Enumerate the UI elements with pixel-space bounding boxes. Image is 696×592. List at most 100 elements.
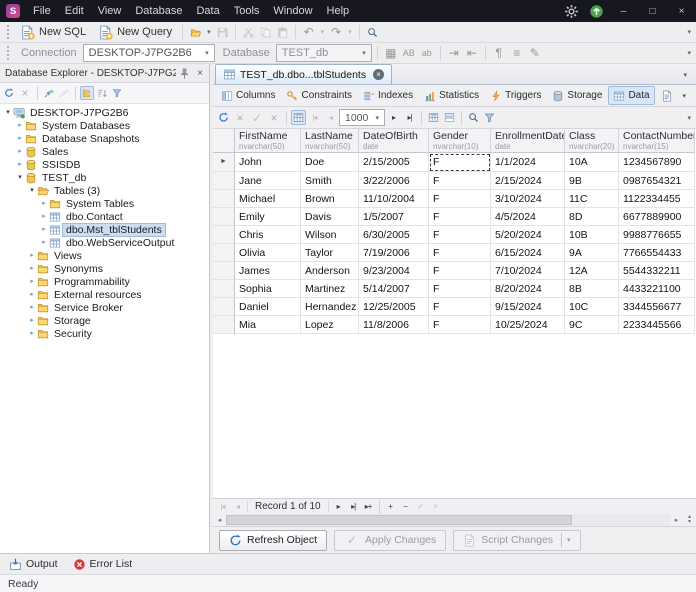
copy-icon[interactable]: [258, 25, 273, 40]
update-available-icon[interactable]: [589, 4, 604, 19]
cell-dateofbirth[interactable]: 11/8/2006: [359, 316, 429, 334]
edit-icon[interactable]: ✎: [527, 44, 543, 62]
expand-icon[interactable]: ▸: [15, 158, 25, 171]
indent-icon[interactable]: ⇥: [446, 44, 462, 62]
database-combo[interactable]: TEST_db ▾: [275, 44, 372, 62]
pin-icon[interactable]: [178, 67, 191, 80]
apply-changes-button[interactable]: ✓ Apply Changes: [334, 529, 447, 551]
close-tab-icon[interactable]: ×: [373, 69, 385, 80]
grid-view-icon[interactable]: [426, 110, 441, 125]
column-header-enrollmentdate[interactable]: EnrollmentDate date: [491, 129, 565, 153]
collapse-icon[interactable]: ▾: [15, 171, 25, 184]
refresh-data-icon[interactable]: [216, 110, 231, 125]
row-selector[interactable]: [213, 190, 235, 208]
cell-dateofbirth[interactable]: 6/30/2005: [359, 226, 429, 244]
redo-caret-icon[interactable]: ▾: [346, 28, 354, 36]
cell-contactnumber[interactable]: 4433221100: [619, 280, 695, 298]
uppercase-icon[interactable]: AB: [401, 44, 417, 62]
next-page-icon[interactable]: ▸: [386, 113, 401, 122]
stop-refresh-icon[interactable]: ×: [232, 109, 248, 127]
prev-record-icon[interactable]: ◂: [230, 502, 245, 511]
cell-gender[interactable]: F: [429, 190, 491, 208]
cell-gender[interactable]: F: [429, 298, 491, 316]
menu-database[interactable]: Database: [128, 1, 189, 21]
cell-enrollmentdate[interactable]: 1/1/2024: [491, 153, 565, 172]
connection-combo[interactable]: DESKTOP-J7PG2B6 ▾: [82, 44, 215, 62]
column-header-class[interactable]: Class nvarchar(20): [565, 129, 619, 153]
close-panel-icon[interactable]: ×: [193, 68, 207, 79]
rollback-icon[interactable]: ×: [266, 109, 282, 127]
paginal-mode-icon[interactable]: [291, 110, 306, 125]
tab-triggers[interactable]: Triggers: [485, 86, 546, 105]
first-record-icon[interactable]: |◂: [215, 502, 230, 511]
find-icon[interactable]: [365, 25, 380, 40]
cell-dateofbirth[interactable]: 2/15/2005: [359, 153, 429, 172]
refresh-icon[interactable]: [2, 86, 16, 100]
cell-dateofbirth[interactable]: 12/25/2005: [359, 298, 429, 316]
scroll-thumb[interactable]: [226, 515, 573, 525]
cell-lastname[interactable]: Martinez: [301, 280, 359, 298]
row-selector[interactable]: [213, 280, 235, 298]
tree-node-database-snapshots[interactable]: ▸ Database Snapshots: [0, 132, 209, 145]
chevron-down-icon[interactable]: ▾: [360, 49, 368, 57]
tree-node-security[interactable]: ▸ Security: [0, 327, 209, 340]
cell-enrollmentdate[interactable]: 3/10/2024: [491, 190, 565, 208]
tab-statistics[interactable]: Statistics: [419, 86, 484, 105]
cell-contactnumber[interactable]: 1234567890: [619, 153, 695, 172]
cell-enrollmentdate[interactable]: 2/15/2024: [491, 172, 565, 190]
row-selector[interactable]: ►: [213, 153, 235, 172]
cell-class[interactable]: 11C: [565, 190, 619, 208]
page-size-combo[interactable]: 1000 ▾: [339, 109, 385, 126]
expand-icon[interactable]: ▸: [15, 119, 25, 132]
tree-node-test-db[interactable]: ▾ TEST_db: [0, 171, 209, 184]
settings-gear-icon[interactable]: [564, 4, 579, 19]
append-record-icon[interactable]: ▸+: [361, 502, 376, 511]
tree-node-ssisdb[interactable]: ▸ SSISDB: [0, 158, 209, 171]
row-selector[interactable]: [213, 298, 235, 316]
expand-icon[interactable]: ▸: [27, 314, 37, 327]
cell-gender[interactable]: F: [429, 153, 491, 172]
delete-record-icon[interactable]: −: [398, 502, 413, 511]
cell-dateofbirth[interactable]: 7/19/2006: [359, 244, 429, 262]
group-by-folders-icon[interactable]: [80, 86, 94, 100]
cell-gender[interactable]: F: [429, 316, 491, 334]
cell-contactnumber[interactable]: 2233445566: [619, 316, 695, 334]
splitter-grip-icon[interactable]: ▴ ▾: [683, 514, 696, 525]
collapse-icon[interactable]: ▾: [3, 106, 13, 119]
maximize-button[interactable]: □: [638, 0, 667, 22]
close-button[interactable]: ×: [667, 0, 696, 22]
next-record-icon[interactable]: ▸: [331, 502, 346, 511]
cell-gender[interactable]: F: [429, 208, 491, 226]
cell-dateofbirth[interactable]: 9/23/2004: [359, 262, 429, 280]
tab-t-sql[interactable]: T-SQL: [656, 86, 676, 105]
insert-record-icon[interactable]: +: [383, 502, 398, 511]
cell-dateofbirth[interactable]: 11/10/2004: [359, 190, 429, 208]
column-header-dateofbirth[interactable]: DateOfBirth date: [359, 129, 429, 153]
column-header-contactnumber[interactable]: ContactNumber nvarchar(15): [619, 129, 695, 153]
expand-icon[interactable]: ▸: [39, 197, 49, 210]
cell-class[interactable]: 10C: [565, 298, 619, 316]
menu-data[interactable]: Data: [189, 1, 226, 21]
tab-columns[interactable]: Columns: [216, 86, 280, 105]
tree-node-programmability[interactable]: ▸ Programmability: [0, 275, 209, 288]
tree-node-dbo-contact[interactable]: ▸ dbo.Contact: [0, 210, 209, 223]
tab-data[interactable]: Data: [608, 86, 655, 105]
expand-icon[interactable]: ▸: [39, 236, 49, 249]
menu-help[interactable]: Help: [320, 1, 357, 21]
cell-firstname[interactable]: Chris: [235, 226, 301, 244]
cell-class[interactable]: 9B: [565, 172, 619, 190]
redo-icon[interactable]: ↷: [328, 23, 344, 41]
expand-icon[interactable]: ▸: [27, 327, 37, 340]
expand-icon[interactable]: ▸: [27, 301, 37, 314]
tree-node-dbo-webserviceoutput[interactable]: ▸ dbo.WebServiceOutput: [0, 236, 209, 249]
tree-node-synonyms[interactable]: ▸ Synonyms: [0, 262, 209, 275]
grip-handle[interactable]: [7, 46, 9, 60]
stop-icon[interactable]: ×: [17, 84, 33, 102]
cell-firstname[interactable]: Sophia: [235, 280, 301, 298]
tree-node-storage[interactable]: ▸ Storage: [0, 314, 209, 327]
format-sql-icon[interactable]: ▦: [383, 44, 399, 62]
cell-gender[interactable]: F: [429, 172, 491, 190]
connect-icon[interactable]: [42, 86, 56, 100]
tab-indexes[interactable]: Indexes: [358, 86, 418, 105]
cell-class[interactable]: 8B: [565, 280, 619, 298]
